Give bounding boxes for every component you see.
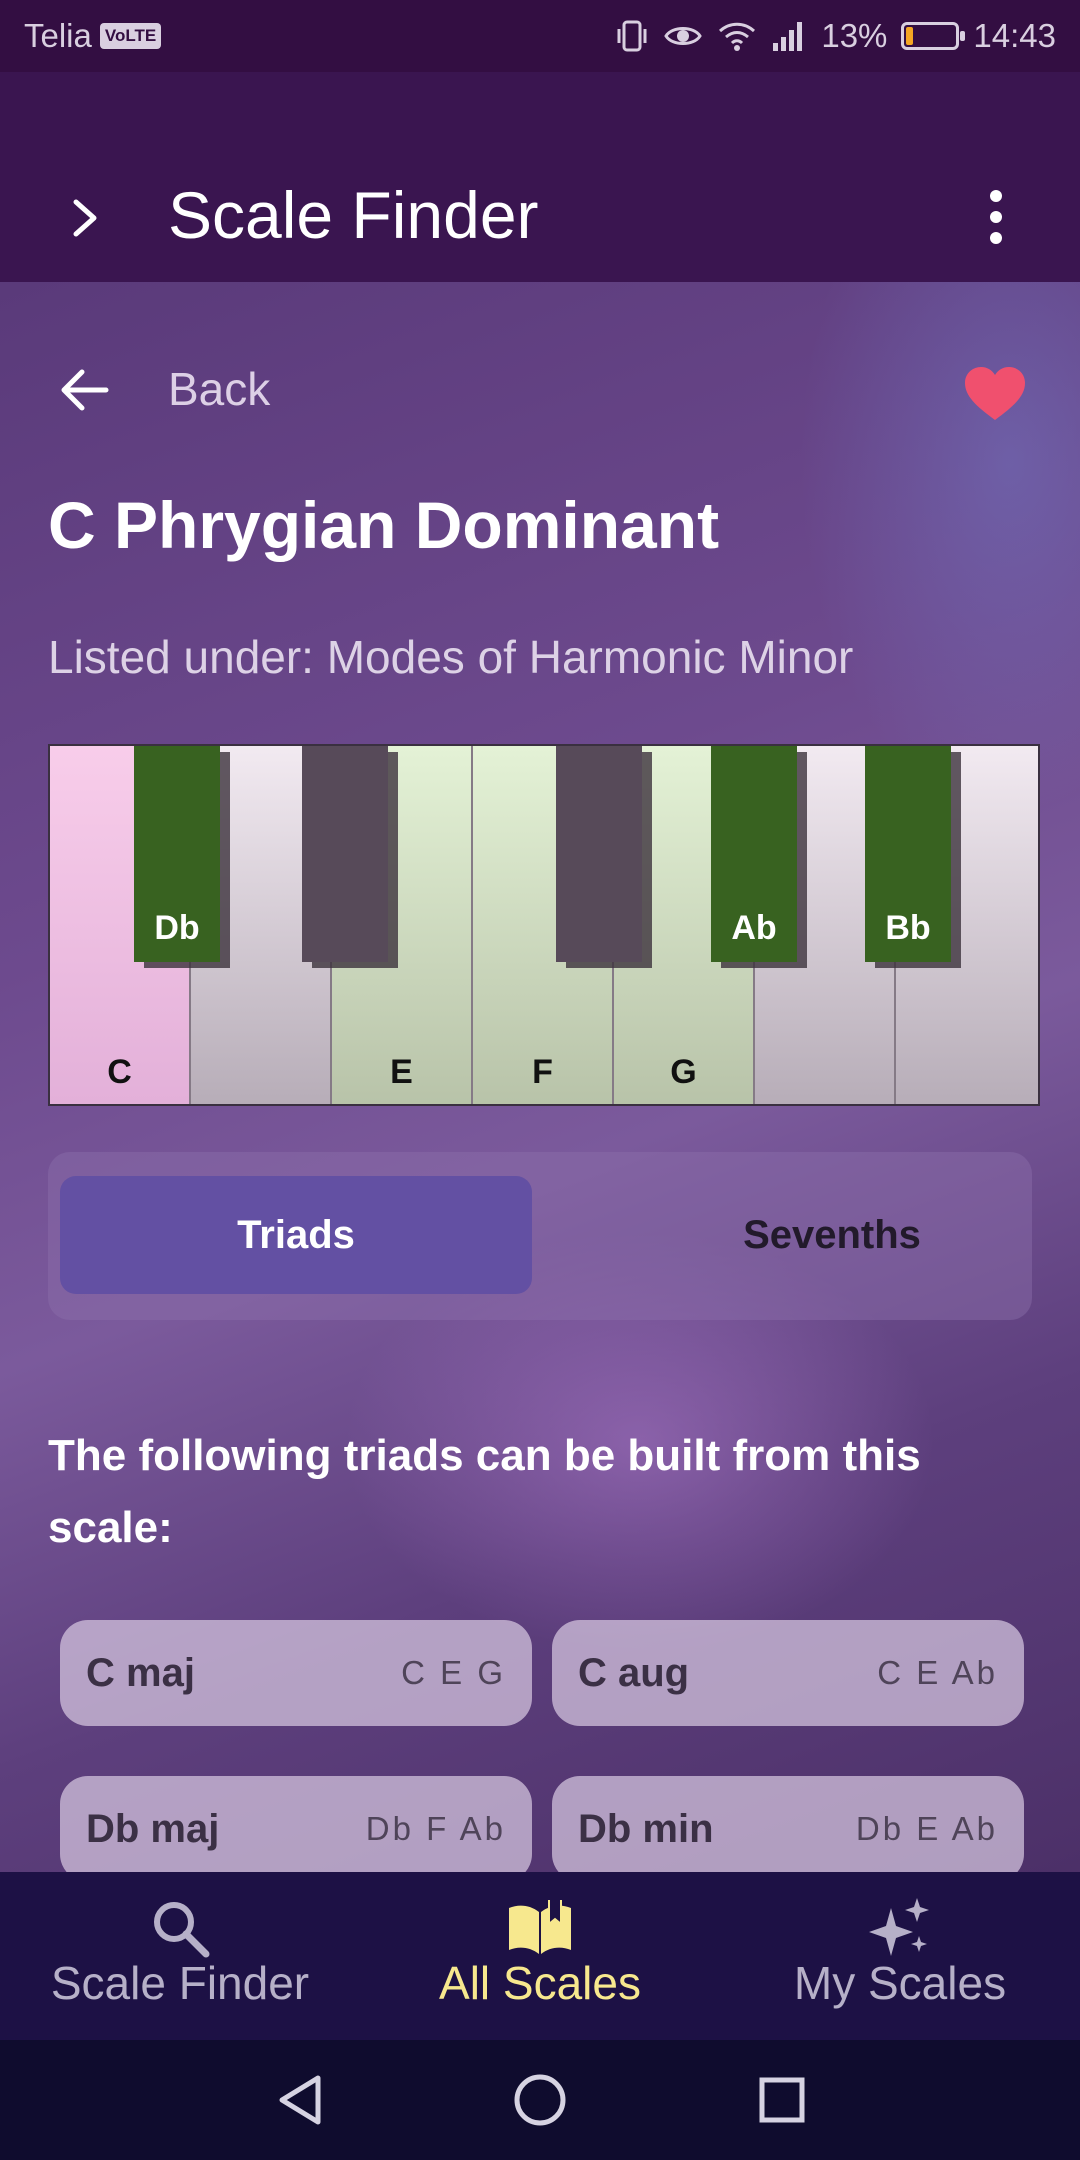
chord-notes: C E Ab bbox=[877, 1654, 998, 1691]
black-key-gb[interactable] bbox=[556, 746, 642, 962]
battery-icon bbox=[901, 22, 966, 50]
status-bar: Telia VoLTE 13% 14:43 bbox=[0, 0, 1080, 72]
chord-name: C aug bbox=[578, 1650, 690, 1695]
volte-badge: VoLTE bbox=[99, 23, 162, 49]
nav-all-scales[interactable]: All Scales bbox=[390, 1872, 690, 2040]
chords-heading: The following triads can be built from t… bbox=[48, 1431, 921, 1552]
battery-percent: 13% bbox=[821, 17, 888, 54]
scale-detail: Back C Phrygian Dominant Listed under: M… bbox=[0, 282, 1080, 1872]
chord-name: C maj bbox=[86, 1650, 195, 1695]
search-icon bbox=[154, 1902, 210, 1958]
listed-under: Listed under: Modes of Harmonic Minor bbox=[48, 631, 854, 683]
scale-title: C Phrygian Dominant bbox=[48, 488, 720, 562]
chevron-right-icon[interactable] bbox=[62, 192, 108, 244]
vibrate-icon bbox=[617, 20, 647, 52]
status-icons: 13% 14:43 bbox=[615, 17, 1056, 55]
nav-scale-finder[interactable]: Scale Finder bbox=[20, 1872, 340, 2040]
nav-label: All Scales bbox=[439, 1957, 641, 2009]
more-vert-icon[interactable] bbox=[985, 190, 1007, 250]
eye-icon bbox=[664, 27, 703, 45]
carrier-group: Telia VoLTE bbox=[24, 17, 162, 55]
chord-chip[interactable]: Db maj Db F Ab bbox=[60, 1776, 532, 1872]
back-button[interactable]: Back bbox=[168, 362, 270, 416]
sevenths-tab[interactable]: Sevenths bbox=[596, 1176, 1068, 1294]
battery-fill bbox=[906, 27, 914, 45]
back-triangle-icon[interactable] bbox=[272, 2070, 332, 2130]
black-key-eb[interactable] bbox=[302, 746, 388, 962]
home-circle-icon[interactable] bbox=[510, 2070, 570, 2130]
triads-tab[interactable]: Triads bbox=[60, 1176, 532, 1294]
book-icon bbox=[509, 1900, 571, 1954]
chord-notes: Db E Ab bbox=[855, 1810, 998, 1847]
signal-icon bbox=[773, 22, 803, 51]
black-key-bb[interactable]: Bb bbox=[865, 746, 951, 962]
chord-type-toggle: Triads Sevenths bbox=[48, 1152, 1032, 1320]
nav-label: Scale Finder bbox=[50, 1957, 310, 2009]
chord-name: Db maj bbox=[86, 1806, 220, 1851]
clock: 14:43 bbox=[973, 17, 1056, 54]
back-arrow-icon[interactable] bbox=[58, 367, 110, 413]
chord-chip[interactable]: Db min Db E Ab bbox=[552, 1776, 1024, 1872]
carrier-name: Telia bbox=[24, 17, 92, 54]
sparkles-icon bbox=[869, 1898, 929, 1956]
system-navigation-bar bbox=[0, 2040, 1080, 2160]
app-bar: Scale Finder bbox=[0, 72, 1080, 282]
chord-name: Db min bbox=[578, 1806, 714, 1851]
black-key-db[interactable]: Db bbox=[134, 746, 220, 962]
app-title: Scale Finder bbox=[168, 178, 539, 252]
bottom-navigation: Scale Finder All Scales My Scales bbox=[0, 1872, 1080, 2040]
recents-square-icon[interactable] bbox=[752, 2070, 812, 2130]
nav-my-scales[interactable]: My Scales bbox=[740, 1872, 1060, 2040]
piano-keyboard: C E F G Db Ab Bb bbox=[48, 744, 1040, 1106]
chord-notes: Db F Ab bbox=[365, 1810, 506, 1847]
chord-chip[interactable]: C maj C E G bbox=[60, 1620, 532, 1726]
nav-label: My Scales bbox=[793, 1957, 1007, 2009]
black-key-ab[interactable]: Ab bbox=[711, 746, 797, 962]
chord-chip[interactable]: C aug C E Ab bbox=[552, 1620, 1024, 1726]
wifi-icon bbox=[719, 22, 756, 51]
favorite-heart-icon[interactable] bbox=[962, 364, 1028, 424]
chord-notes: C E G bbox=[401, 1654, 506, 1691]
